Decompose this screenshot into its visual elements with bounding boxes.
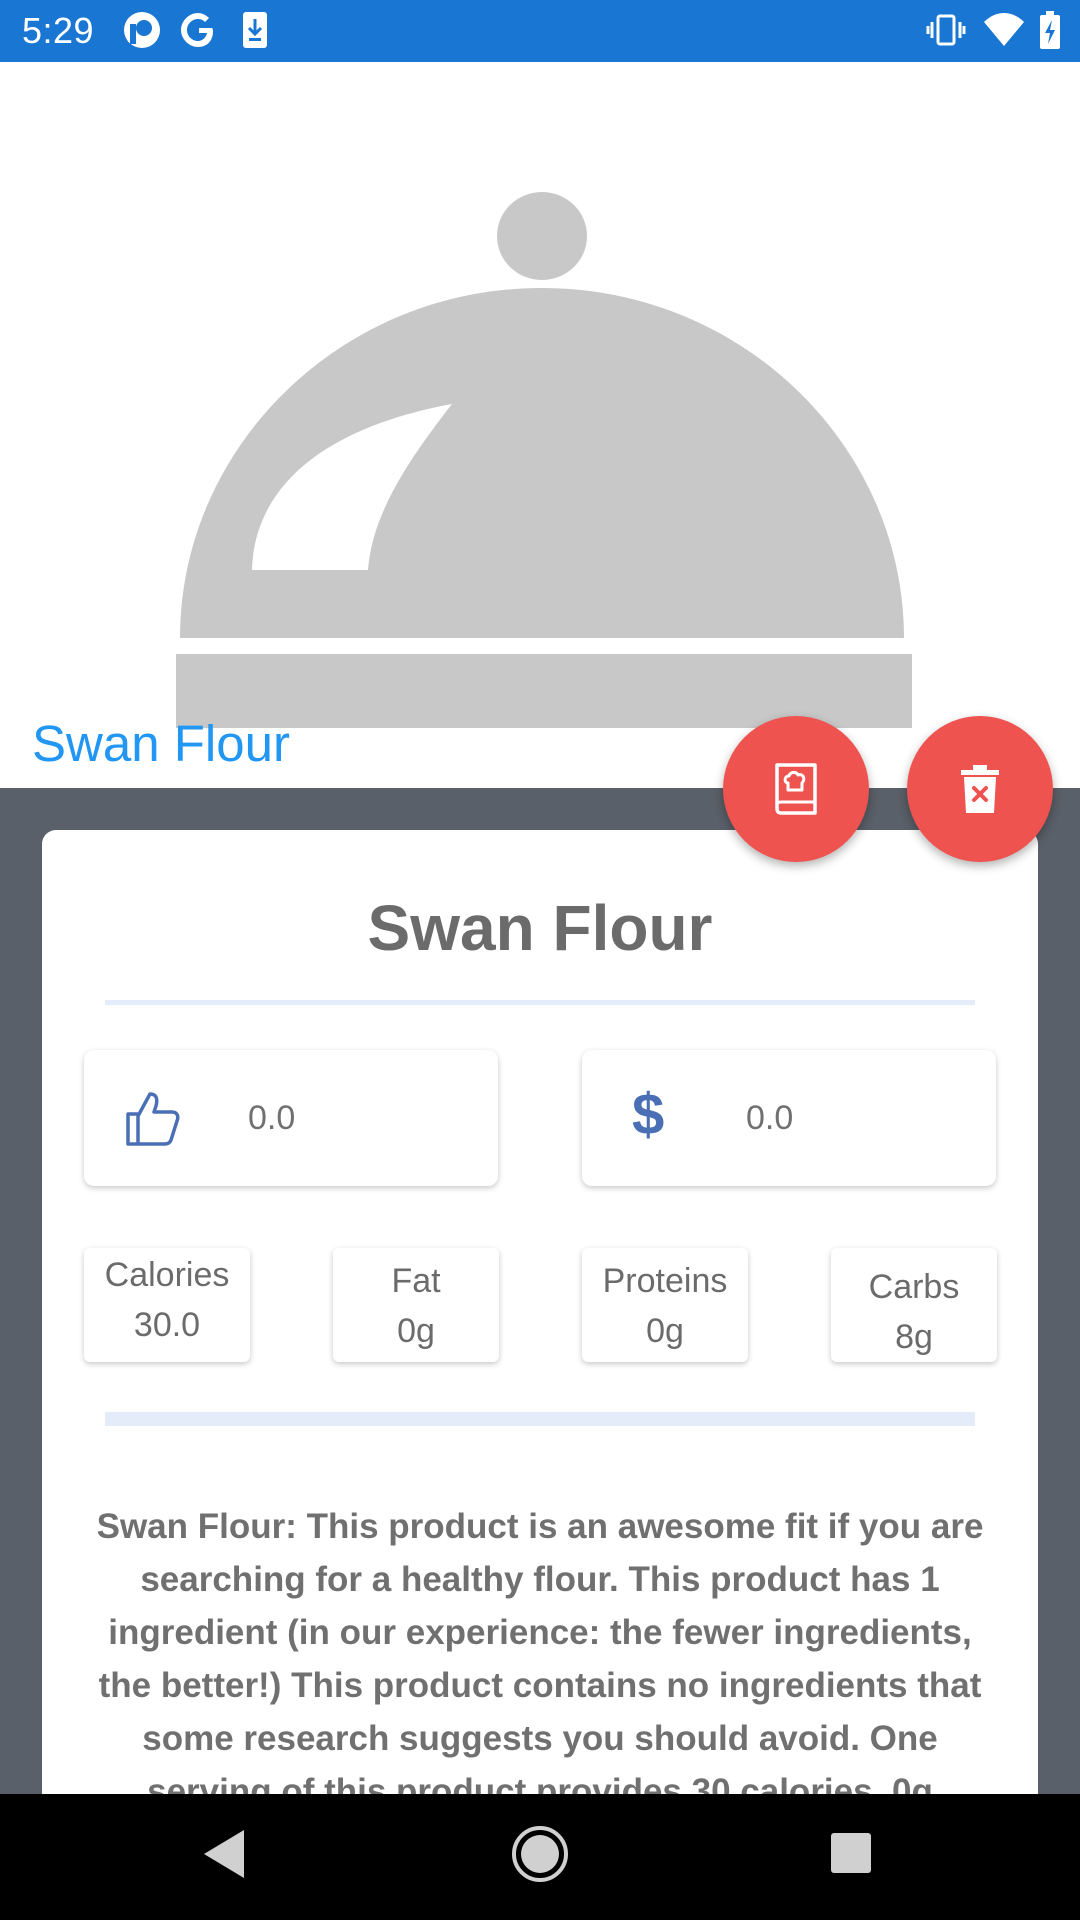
fat-box: Fat 0g: [333, 1248, 499, 1362]
recents-square-icon[interactable]: [830, 1824, 872, 1884]
carbs-value: 8g: [895, 1318, 933, 1356]
rating-box[interactable]: 0.0: [84, 1050, 498, 1186]
pocket-casts-icon: [124, 12, 160, 48]
status-time: 5:29: [22, 10, 95, 51]
calories-box: Calories 30.0: [84, 1248, 250, 1362]
divider: [105, 1412, 975, 1426]
price-value: 0.0: [746, 1099, 794, 1137]
proteins-value: 0g: [646, 1312, 684, 1350]
proteins-box: Proteins 0g: [582, 1248, 748, 1362]
dollar-icon: $: [632, 1082, 665, 1147]
download-icon: [243, 12, 267, 48]
vibrate-icon: [926, 14, 966, 46]
home-circle-icon[interactable]: [510, 1824, 570, 1884]
calories-label: Calories: [104, 1256, 230, 1294]
product-description: Swan Flour: This product is an awesome f…: [96, 1507, 984, 1811]
cloche-icon: [176, 192, 912, 728]
status-bar: 5:29: [0, 0, 1080, 62]
delete-button[interactable]: [907, 716, 1053, 862]
carbs-label: Carbs: [868, 1268, 960, 1306]
google-icon: [181, 13, 213, 47]
carbs-box: Carbs 8g: [831, 1248, 997, 1362]
card-title: Swan Flour: [367, 892, 713, 964]
proteins-label: Proteins: [602, 1262, 728, 1300]
fat-label: Fat: [391, 1262, 441, 1300]
recipe-book-icon: [775, 763, 817, 815]
wifi-icon: [984, 13, 1024, 46]
divider: [105, 1000, 975, 1005]
thumbs-up-icon: [126, 1092, 180, 1146]
hero-title: Swan Flour: [32, 715, 290, 772]
calories-value: 30.0: [133, 1306, 201, 1344]
rating-value: 0.0: [248, 1099, 296, 1137]
back-triangle-icon[interactable]: [200, 1824, 250, 1884]
price-box[interactable]: $ 0.0: [582, 1050, 996, 1186]
recipe-button[interactable]: [723, 716, 869, 862]
delete-bin-icon: [961, 765, 999, 813]
product-card: Swan Flour 0.0 $ 0.0 Calories 30.0 Fat 0…: [42, 830, 1038, 1830]
battery-charging-icon: [1040, 11, 1060, 49]
navigation-bar: [0, 1794, 1080, 1920]
fat-value: 0g: [397, 1312, 435, 1350]
hero-section: Swan Flour: [0, 62, 1080, 788]
